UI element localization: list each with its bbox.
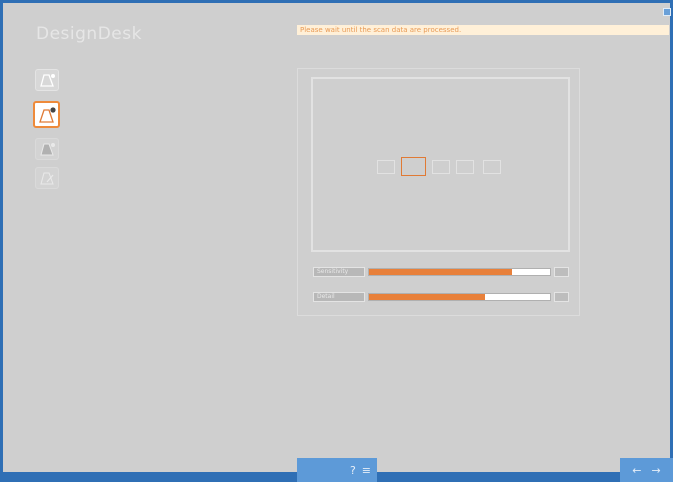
slider-end-cap <box>554 267 569 277</box>
navigation-bar: ← → <box>620 458 673 482</box>
bell-shape-dot-icon <box>38 106 56 123</box>
slider-label: Sensitivity <box>313 267 365 277</box>
notice-text: Please wait until the scan data are proc… <box>300 26 462 34</box>
status-notice: Please wait until the scan data are proc… <box>297 25 669 35</box>
close-button[interactable] <box>663 8 671 16</box>
segment-3[interactable] <box>432 160 450 174</box>
tool-button-1[interactable] <box>35 69 59 91</box>
tool-button-2[interactable] <box>33 101 60 128</box>
sensitivity-slider[interactable] <box>368 268 551 276</box>
slider-end-cap <box>554 292 569 302</box>
slider-fill <box>369 269 512 275</box>
app-title: DesignDesk <box>36 24 142 44</box>
settings-button[interactable]: ≡ <box>362 465 371 476</box>
tool-button-4[interactable] <box>35 167 59 189</box>
help-button[interactable]: ? <box>350 465 356 476</box>
bell-shape-add-icon <box>40 74 55 87</box>
segment-1[interactable] <box>377 160 395 174</box>
slider-label: Detail <box>313 292 365 302</box>
bottom-toolbar: ? ≡ <box>297 458 377 482</box>
slider-fill <box>369 294 485 300</box>
back-button[interactable]: ← <box>632 465 641 476</box>
segment-2-selected[interactable] <box>401 157 426 176</box>
segment-5[interactable] <box>483 160 501 174</box>
detail-slider[interactable] <box>368 293 551 301</box>
next-button[interactable]: → <box>652 465 661 476</box>
segment-4[interactable] <box>456 160 474 174</box>
bell-shape-edit-icon <box>40 172 54 185</box>
bell-shape-grid-icon <box>40 143 55 156</box>
tool-button-3[interactable] <box>35 138 59 160</box>
